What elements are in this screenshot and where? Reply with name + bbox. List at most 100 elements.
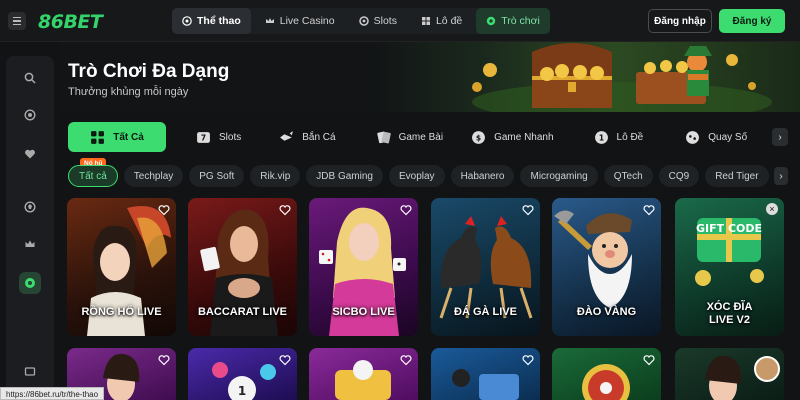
svg-text:1: 1	[238, 384, 246, 398]
lottery-icon	[421, 17, 430, 25]
casino-crown-icon[interactable]	[19, 233, 41, 255]
provider-jdb-gaming[interactable]: JDB Gaming	[306, 165, 383, 187]
cards-icon	[376, 131, 391, 143]
game-card-baccarat[interactable]: BACCARAT LIVE	[188, 198, 297, 336]
promo-icon[interactable]	[19, 360, 41, 382]
nav-lottery-label: Lô đề	[435, 15, 463, 27]
crown-icon	[265, 18, 274, 23]
tab-fishing[interactable]: Bắn Cá	[265, 122, 349, 152]
svg-text:$: $	[476, 133, 481, 142]
nav-sports[interactable]: Thể thao	[172, 8, 251, 34]
game-card-cockfight[interactable]: ĐÁ GÀ LIVE	[431, 198, 540, 336]
game-card-sicbo[interactable]: SICBO LIVE	[309, 198, 418, 336]
lottery-icon: 1	[594, 130, 608, 144]
provider-cq9[interactable]: CQ9	[658, 165, 700, 187]
svg-text:1: 1	[598, 133, 603, 142]
svg-text:7: 7	[201, 133, 206, 142]
search-icon[interactable]	[19, 67, 41, 89]
provider-rik-vip[interactable]: Rik.vip	[250, 165, 301, 187]
favorite-heart-icon[interactable]	[522, 354, 534, 366]
provider-microgaming[interactable]: Microgaming	[520, 165, 598, 187]
provider-techplay[interactable]: Techplay	[123, 165, 184, 187]
fish-icon	[280, 130, 294, 141]
tab-number-draw-label: Quay Số	[708, 131, 748, 143]
game-card-row2-3[interactable]	[309, 348, 418, 400]
tab-card-games[interactable]: Game Bài	[362, 122, 457, 152]
favorite-heart-icon[interactable]	[19, 143, 41, 165]
brand-logo[interactable]: 86BET	[38, 11, 103, 33]
nav-games[interactable]: Trò chơi	[476, 8, 550, 34]
login-button[interactable]: Đăng nhập	[648, 9, 712, 33]
game-card-dragon-tiger[interactable]: RỒNG HỔ LIVE	[67, 198, 176, 336]
favorite-heart-icon[interactable]	[158, 204, 170, 216]
category-next-arrow-icon[interactable]: ›	[772, 128, 788, 146]
slot-icon	[358, 16, 369, 26]
support-avatar[interactable]	[754, 356, 780, 382]
game-title-line2: LIVE V2	[709, 314, 750, 326]
game-title: ĐÀO VÀNG	[576, 306, 637, 318]
provider-evoplay[interactable]: Evoplay	[388, 165, 445, 187]
treasure-chest-illustration	[472, 43, 772, 112]
game-title-line1: XÓC ĐĨA	[706, 301, 753, 313]
close-icon[interactable]: ×	[766, 203, 778, 215]
gamepad-icon	[487, 16, 496, 26]
favorite-heart-icon[interactable]	[643, 204, 655, 216]
nav-live-casino-label: Live Casino	[279, 15, 335, 27]
provider-filter: Tất cả Techplay PG Soft Rik.vip JDB Gami…	[68, 165, 773, 187]
nav-slots-label: Slots	[373, 15, 397, 27]
top-bar: 86BET Thể thao Live Casino Slots Lô đề T…	[0, 0, 800, 42]
category-tabs: Tất Cả 7 Slots Bắn Cá Game Bài $ Game Nh…	[68, 120, 788, 154]
provider-next-arrow-icon[interactable]: ›	[774, 167, 788, 185]
favorite-heart-icon[interactable]	[400, 354, 412, 366]
tab-quick-games-label: Game Nhanh	[494, 131, 554, 143]
game-card-gold-mining[interactable]: ĐÀO VÀNG	[552, 198, 661, 336]
favorite-heart-icon[interactable]	[279, 204, 291, 216]
hero-banner: Trò Chơi Đa Dạng Thưởng khủng mỗi ngày	[60, 42, 800, 112]
provider-habanero[interactable]: Habanero	[450, 165, 515, 187]
games-icon[interactable]	[19, 272, 41, 294]
favorite-heart-icon[interactable]	[400, 204, 412, 216]
nav-slots[interactable]: Slots	[349, 8, 407, 34]
game-card-row2-4[interactable]	[431, 348, 540, 400]
game-title: BACCARAT LIVE	[197, 306, 287, 318]
tab-lottery[interactable]: 1 Lô Đề	[580, 122, 658, 152]
provider-qtech[interactable]: QTech	[603, 165, 653, 187]
favorite-heart-icon[interactable]	[522, 204, 534, 216]
nav-lottery[interactable]: Lô đề	[411, 8, 472, 34]
tab-card-games-label: Game Bài	[398, 131, 444, 143]
nav-games-label: Trò chơi	[501, 15, 540, 27]
favorite-heart-icon[interactable]	[643, 354, 655, 366]
left-sidebar	[6, 56, 54, 400]
provider-red-tiger[interactable]: Red Tiger	[705, 165, 769, 187]
provider-pg-soft[interactable]: PG Soft	[189, 165, 245, 187]
sports-ball-icon[interactable]	[19, 196, 41, 218]
tab-lottery-label: Lô Đề	[616, 131, 644, 143]
register-button[interactable]: Đăng ký	[719, 9, 785, 33]
tab-slots[interactable]: 7 Slots	[182, 122, 255, 152]
favorite-heart-icon[interactable]	[158, 354, 170, 366]
status-bar-url: https://86bet.ru/tr/the-thao	[0, 387, 105, 400]
soccer-ball-icon	[182, 16, 192, 26]
nav-live-casino[interactable]: Live Casino	[255, 8, 345, 34]
hamburger-menu-icon[interactable]	[8, 12, 26, 30]
game-card-row2-6[interactable]	[675, 348, 784, 400]
tab-all[interactable]: Tất Cả	[68, 122, 166, 152]
game-title: SICBO LIVE	[332, 306, 395, 318]
nav-sports-label: Thể thao	[197, 15, 241, 27]
page-title: Trò Chơi Đa Dạng	[68, 61, 230, 82]
provider-all[interactable]: Tất cả	[68, 165, 118, 187]
game-card-row2-5[interactable]	[552, 348, 661, 400]
slot-icon: 7	[197, 131, 210, 143]
gift-code-art-text: GIFT CODE	[696, 222, 762, 235]
tab-slots-label: Slots	[219, 131, 242, 143]
favorite-heart-icon[interactable]	[279, 354, 291, 366]
main-nav: Thể thao Live Casino Slots Lô đề Trò chơ…	[172, 8, 550, 34]
dice-icon	[686, 130, 700, 144]
game-card-row2-2[interactable]: 1	[188, 348, 297, 400]
fast-icon: $	[472, 130, 485, 144]
page-subtitle: Thưởng khủng mỗi ngày	[68, 86, 189, 98]
tab-quick-games[interactable]: $ Game Nhanh	[457, 122, 567, 152]
recent-icon[interactable]	[19, 104, 41, 126]
game-card-xoc-dia[interactable]: GIFT CODE × XÓC ĐĨA LIVE V2	[675, 198, 784, 336]
tab-number-draw[interactable]: Quay Số	[671, 122, 761, 152]
